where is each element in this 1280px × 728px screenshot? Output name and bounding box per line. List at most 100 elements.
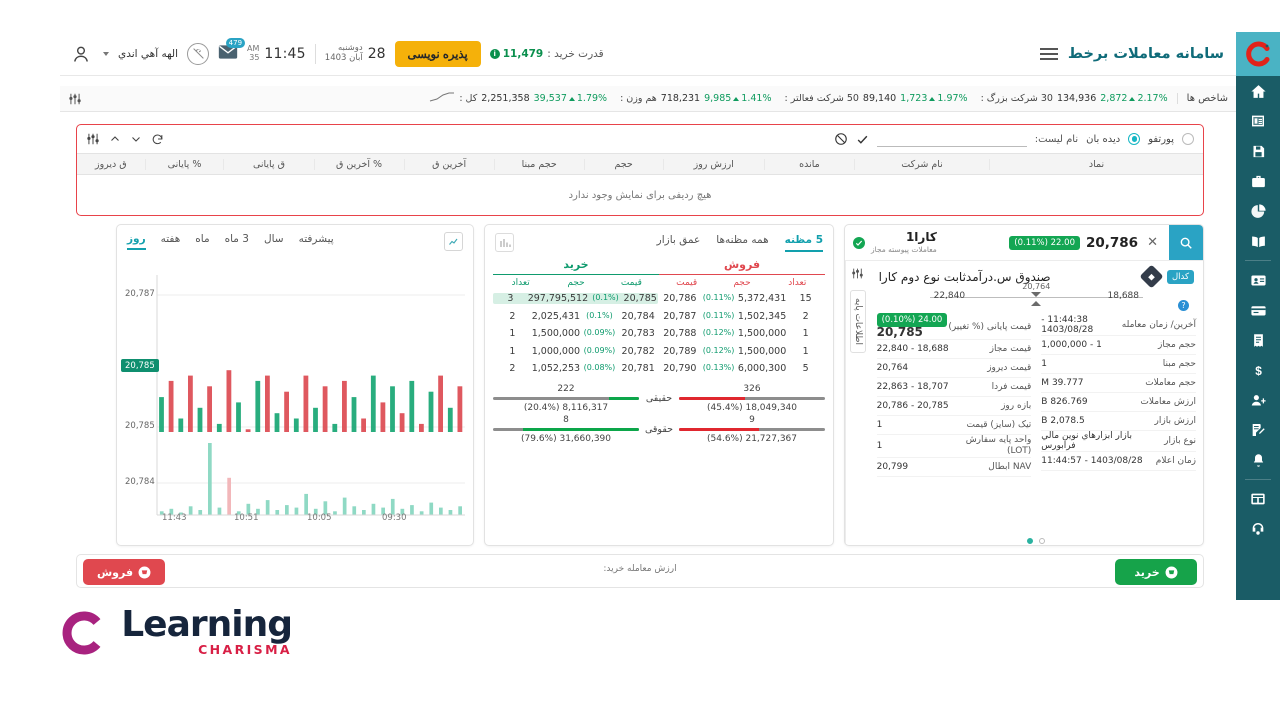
sidebar-item-statements[interactable] (1236, 325, 1280, 355)
sell-half[interactable]: 1 1,500,000 (0.12%) 20,789 (661, 346, 826, 357)
hamburger-icon[interactable] (1039, 47, 1058, 60)
index-name: کل : (459, 93, 478, 104)
sidebar-logo[interactable] (1236, 32, 1280, 76)
basic-info-tab[interactable]: اطلاعات پایه (849, 290, 866, 354)
sidebar-item-funds[interactable]: $ (1236, 355, 1280, 385)
watchlist-column-header[interactable]: آخرین ق (403, 158, 494, 170)
help-circle-icon[interactable]: ? (1178, 300, 1189, 312)
sidebar-item-education[interactable] (1236, 226, 1280, 256)
order-book-row[interactable]: 5 6,000,300 (0.13%) 20,790 20,781 (0.08%) 1,05… (493, 360, 825, 378)
sell-count: 2 (802, 310, 809, 322)
watchlist-column-header[interactable]: ارزش روز (662, 158, 764, 170)
buy-half[interactable]: 20,784 (0.1%) 2,025,431 2 (493, 311, 658, 322)
watchlist-column-header[interactable]: ق دیروز (77, 159, 145, 170)
chart-tab[interactable]: پیشرفته (299, 233, 334, 250)
index-item[interactable]: 1.97% 1,723 89,140 50 شرکت فعالتر : (784, 93, 967, 104)
watchlist-column-header[interactable]: حجم مبنا (493, 158, 584, 170)
buy-power-label: قدرت خرید : (547, 47, 604, 60)
sell-half[interactable]: 5 6,000,300 (0.13%) 20,790 (661, 363, 826, 374)
sidebar-item-reports[interactable] (1236, 196, 1280, 226)
buy-half[interactable]: 20,781 (0.08%) 1,052,253 2 (493, 363, 658, 374)
close-icon[interactable]: ✕ (1144, 235, 1161, 250)
chart-tab[interactable]: 3 ماه (225, 233, 249, 250)
detail-key: قیمت فردا (991, 381, 1032, 392)
watchlist-column-header[interactable]: مانده (763, 158, 854, 170)
index-item[interactable]: 2.17% 2,872 134,936 30 شرکت بزرگ : (981, 93, 1168, 104)
sidebar-item-payments[interactable] (1236, 295, 1280, 325)
sidebar-item-portfolio[interactable] (1236, 166, 1280, 196)
order-book-tab[interactable]: همه مظنه‌ها (716, 234, 768, 252)
buy-half[interactable]: 20,782 (0.09%) 1,000,000 1 (493, 346, 658, 357)
sidebar-item-archive[interactable] (1236, 136, 1280, 166)
portfolio-radio[interactable] (1182, 133, 1194, 145)
buy-bar (493, 427, 639, 431)
chevron-down-icon[interactable] (130, 133, 142, 145)
sidebar-item-notifications[interactable] (1236, 445, 1280, 475)
list-name-input[interactable] (876, 131, 1027, 147)
sidebar-item-add-user[interactable] (1236, 385, 1280, 415)
watchlist-column-header[interactable]: حجم (583, 158, 663, 170)
sell-half[interactable]: 1 1,500,000 (0.12%) 20,788 (661, 328, 826, 339)
grid-chart-icon[interactable] (495, 233, 514, 252)
watchlist-column-header[interactable]: نماد (989, 158, 1203, 170)
buy-percent: (0.09%) (583, 345, 616, 355)
watchlist-column-header[interactable]: ق پایانی (223, 158, 313, 170)
sidebar-item-home[interactable] (1236, 76, 1280, 106)
chart-tab[interactable]: روز (127, 233, 146, 250)
sell-button[interactable]: فروش (83, 559, 165, 585)
watchlist-column-header[interactable]: % پایانی (144, 158, 224, 170)
sidebar-item-apps[interactable] (1236, 484, 1280, 514)
search-icon[interactable] (1169, 225, 1203, 260)
order-book-tab[interactable]: عمق بازار (657, 234, 701, 252)
sidebar-item-support[interactable] (1236, 514, 1280, 544)
watchlist-column-header[interactable]: نام شرکت (853, 158, 989, 170)
symbol-settings-icon[interactable] (851, 267, 864, 280)
subscription-button[interactable]: پذیره نویسی (394, 40, 481, 67)
watchlist-radio[interactable] (1128, 133, 1141, 145)
order-book-tab[interactable]: 5 مظنه (784, 234, 823, 252)
order-book-row[interactable]: 1 1,500,000 (0.12%) 20,788 20,783 (0.09%) 1,50… (493, 325, 825, 343)
index-item[interactable]: 1.79% 39,537 2,251,358 کل : (429, 92, 607, 105)
portfolio-radio-label[interactable]: پورتفو (1148, 134, 1174, 145)
order-book-row[interactable]: 1 1,500,000 (0.12%) 20,789 20,782 (0.09%) 1,00… (493, 343, 825, 361)
sidebar-item-requests[interactable] (1236, 415, 1280, 445)
symbol-detail-row: حجم مجاز 1 - 1,000,000 (1041, 336, 1196, 356)
buy-half[interactable]: 20,785 (0.1%) 297,795,512 3 (493, 293, 658, 305)
sell-half[interactable]: 15 5,372,431 (0.11%) 20,786 (661, 293, 826, 304)
watchlist-settings-icon[interactable] (86, 132, 100, 146)
watchlist-radio-label[interactable]: دیده بان (1086, 134, 1120, 145)
order-book-row[interactable]: 2 1,502,345 (0.11%) 20,787 20,784 (0.1%) 2,025… (493, 308, 825, 326)
sell-count: 5 (802, 363, 809, 375)
chart-tab[interactable]: هفته (161, 233, 181, 250)
symbol-detail-row: قیمت فردا 18,707 - 22,863 (876, 378, 1032, 398)
pager-dot-1[interactable] (1027, 538, 1034, 544)
block-icon[interactable] (834, 132, 848, 146)
detail-value: 39.777 M (1041, 378, 1084, 389)
sidebar-item-orders[interactable] (1236, 106, 1280, 136)
pager-dot-2[interactable] (1039, 538, 1046, 544)
index-settings-icon[interactable] (68, 92, 82, 106)
symbol-detail-row: حجم مبنا 1 (1041, 355, 1196, 375)
order-book-side-titles: فروش خرید (485, 252, 833, 275)
buy-half[interactable]: 20,783 (0.09%) 1,500,000 1 (493, 328, 658, 339)
refresh-icon[interactable] (151, 133, 164, 146)
chart-tab[interactable]: ماه (195, 233, 209, 250)
chevron-down-icon[interactable] (103, 51, 109, 56)
user-avatar-icon[interactable] (68, 41, 94, 67)
diamond-icon[interactable] (1139, 264, 1164, 289)
line-chart-icon[interactable] (444, 232, 463, 251)
mail-button[interactable]: 479 (218, 37, 246, 64)
detail-value: 20,764 (876, 363, 909, 374)
sell-half[interactable]: 2 1,502,345 (0.11%) 20,787 (661, 311, 826, 322)
sell-volume: 5,372,431 (737, 293, 787, 305)
plug-disconnected-icon[interactable] (187, 42, 210, 65)
check-icon[interactable] (856, 133, 869, 146)
index-item[interactable]: 1.41% 9,985 718,231 هم وزن : (620, 93, 771, 104)
chevron-up-icon[interactable] (109, 133, 121, 145)
sidebar-item-profile[interactable] (1236, 265, 1280, 295)
codal-tag[interactable]: کدال (1166, 269, 1194, 284)
order-book-row[interactable]: 15 5,372,431 (0.11%) 20,786 20,785 (0.1%) 297,… (493, 290, 825, 308)
watchlist-column-header[interactable]: % آخرین ق (313, 158, 404, 170)
index-items: 2.17% 2,872 134,936 30 شرکت بزرگ : 1.97% 1,72… (82, 92, 1177, 105)
chart-tab[interactable]: سال (264, 233, 284, 250)
